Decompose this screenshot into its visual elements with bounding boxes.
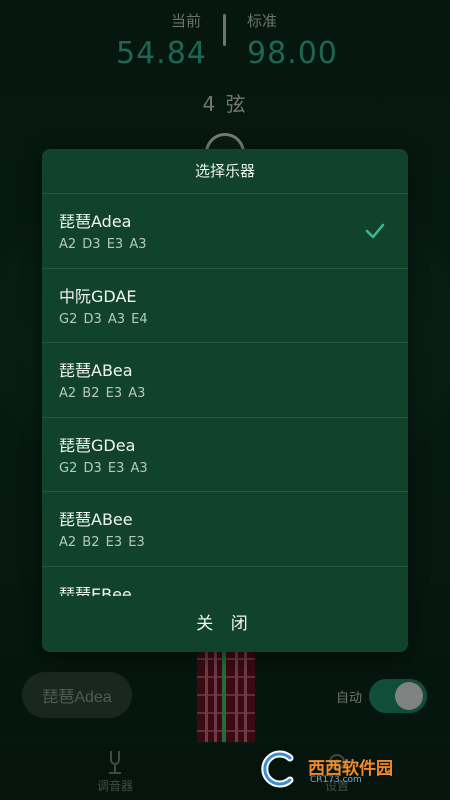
instrument-dialog: 选择乐器 琵琶Adea A2 D3 E3 A3 中阮GDAE G2 D3 A3 … [42,149,408,652]
instrument-notes: A2 B2 E3 E3 [59,535,145,550]
list-item[interactable]: 琵琶GDea G2 D3 E3 A3 [42,418,408,492]
watermark-c-icon [261,750,294,788]
instrument-list[interactable]: 琵琶Adea A2 D3 E3 A3 中阮GDAE G2 D3 A3 E4 琵琶… [42,194,408,596]
watermark-sub: CR173.com [310,775,362,785]
instrument-notes: G2 D3 E3 A3 [59,460,148,476]
instrument-name: 琵琶EBee [59,584,132,597]
instrument-name: 琵琶GDea [59,435,136,455]
close-button[interactable]: 关 闭 [42,596,408,652]
instrument-name: 琵琶ABea [59,361,133,380]
instrument-name: 中阮GDAE [59,286,137,306]
list-item[interactable]: 琵琶EBee [42,567,408,597]
dialog-title: 选择乐器 [42,149,408,194]
instrument-notes: A2 B2 E3 A3 [59,386,146,401]
list-item[interactable]: 琵琶ABee A2 B2 E3 E3 [42,492,408,567]
list-item[interactable]: 中阮GDAE G2 D3 A3 E4 [42,269,408,343]
instrument-name: 琵琶ABee [59,510,133,529]
list-item[interactable]: 琵琶ABea A2 B2 E3 A3 [42,343,408,418]
watermark-logo: 西西软件园 CR173.com [256,748,434,790]
instrument-name: 琵琶Adea [59,212,132,231]
check-icon [365,223,385,239]
list-item[interactable]: 琵琶Adea A2 D3 E3 A3 [42,194,408,269]
instrument-notes: A2 D3 E3 A3 [59,237,147,252]
instrument-notes: G2 D3 A3 E4 [59,311,148,327]
